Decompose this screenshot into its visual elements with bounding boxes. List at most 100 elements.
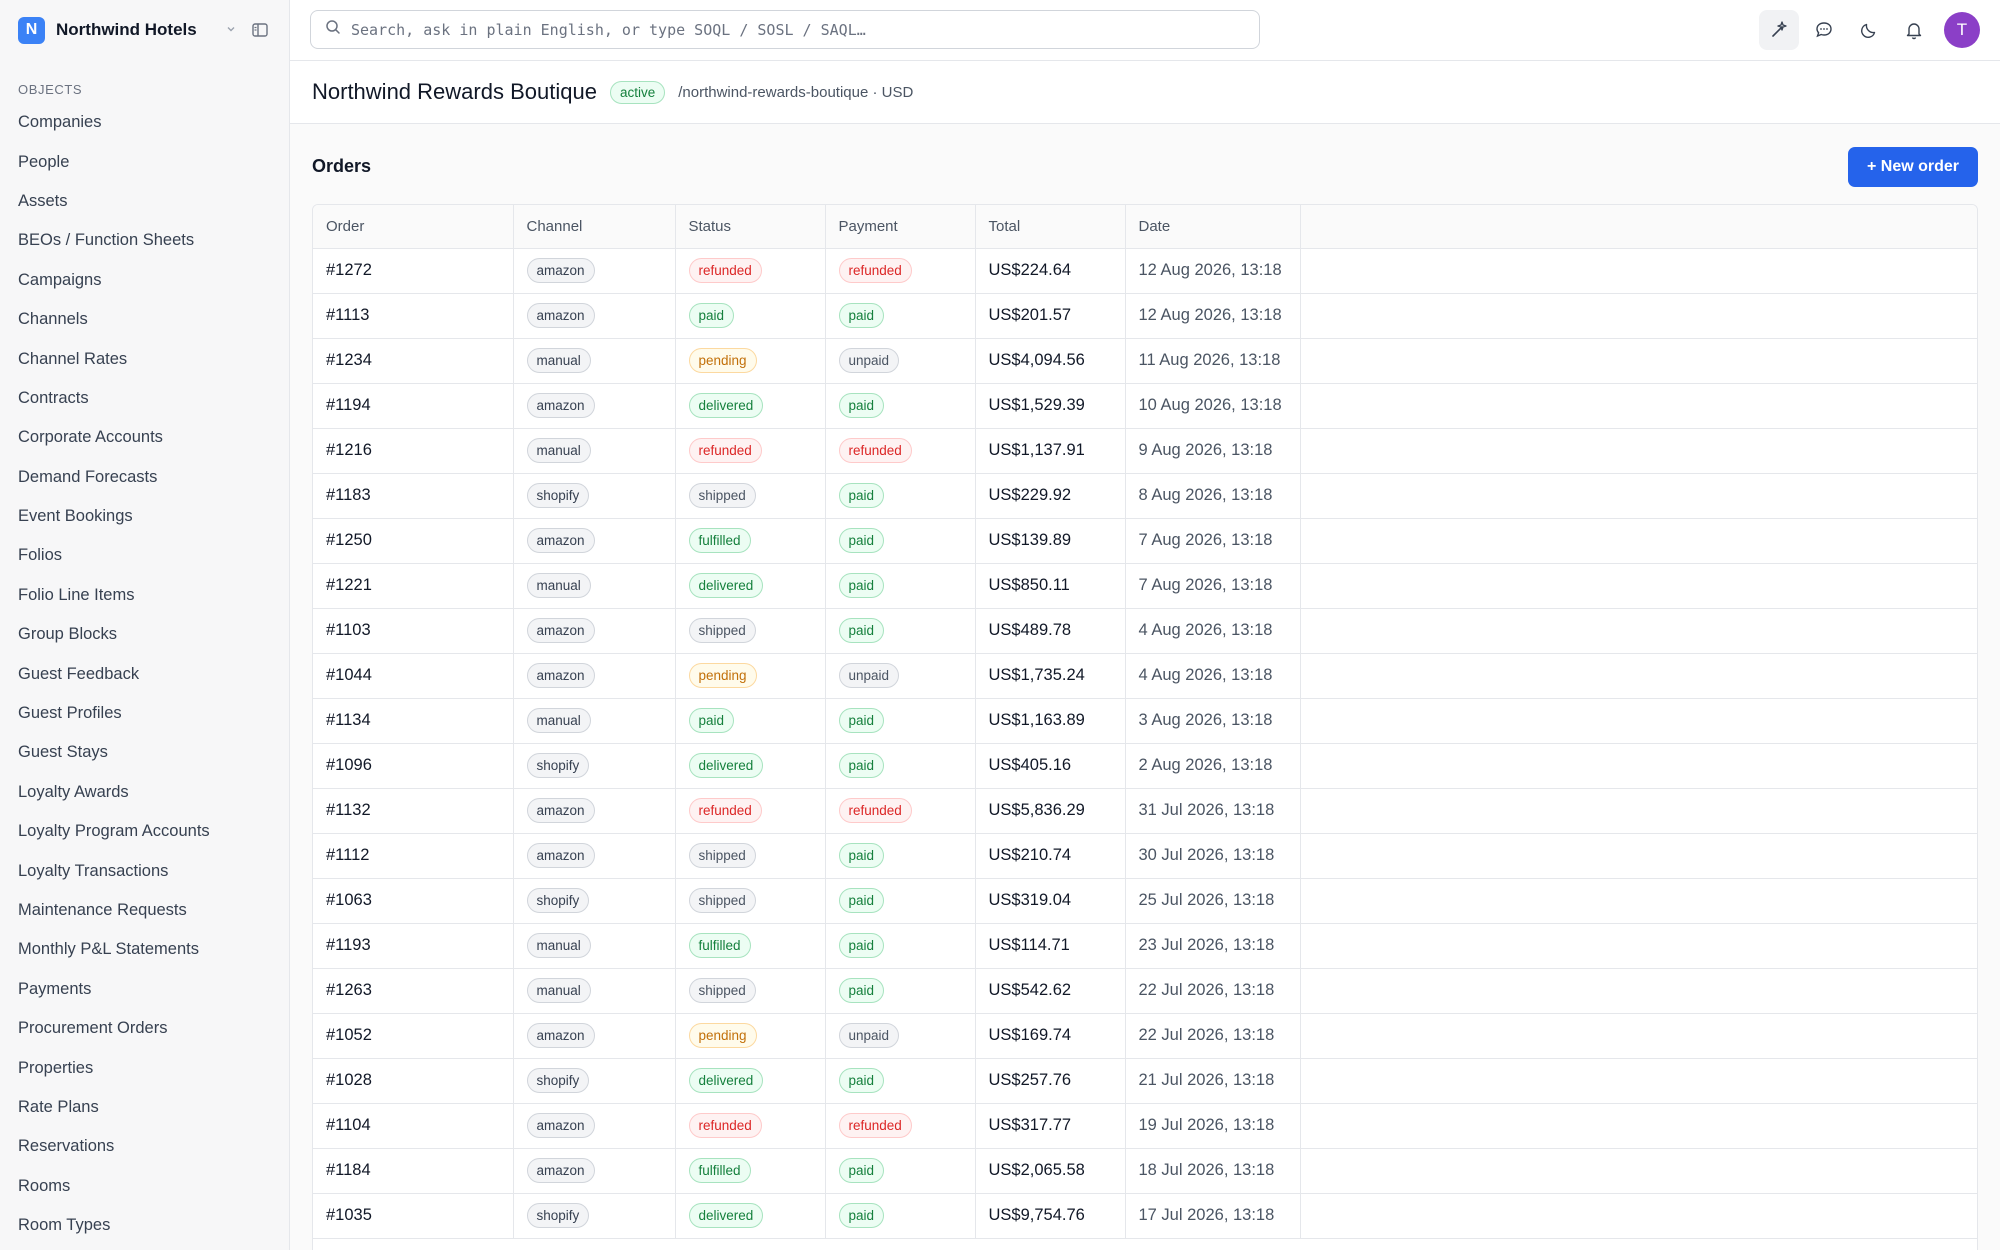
- column-header-total[interactable]: Total: [975, 205, 1126, 249]
- table-row[interactable]: #1103 amazon shipped paid US$489.78 4 Aug 202…: [313, 608, 1977, 654]
- order-date-cell: 12 Aug 2026, 13:18: [1125, 248, 1301, 294]
- channel-badge: amazon: [526, 1023, 595, 1048]
- chat-icon[interactable]: [1804, 10, 1844, 50]
- sidebar-item-group-blocks[interactable]: Group Blocks: [0, 615, 289, 654]
- payment-status-badge: paid: [838, 1158, 885, 1183]
- column-header-payment[interactable]: Payment: [825, 205, 976, 249]
- sidebar-item-beos-function-sheets[interactable]: BEOs / Function Sheets: [0, 221, 289, 260]
- table-row[interactable]: #1183 shopify shipped paid US$229.92 8 Aug 20…: [313, 473, 1977, 519]
- sidebar-item-payments[interactable]: Payments: [0, 970, 289, 1009]
- table-row[interactable]: #1250 amazon fulfilled paid US$139.89 7 Aug 2…: [313, 518, 1977, 564]
- channel-cell: manual: [513, 338, 676, 384]
- sidebar-item-folio-line-items[interactable]: Folio Line Items: [0, 576, 289, 615]
- order-total-cell: US$9,754.76: [975, 1193, 1126, 1239]
- order-status-badge: pending: [688, 663, 757, 688]
- table-row[interactable]: #1132 amazon refunded refunded US$5,836.29 31…: [313, 788, 1977, 834]
- order-status-badge: pending: [688, 348, 757, 373]
- sidebar-item-guest-profiles[interactable]: Guest Profiles: [0, 694, 289, 733]
- sidebar-item-maintenance-requests[interactable]: Maintenance Requests: [0, 891, 289, 930]
- nav-section-label: OBJECTS: [18, 82, 83, 97]
- channel-cell: shopify: [513, 1193, 676, 1239]
- order-status-badge: fulfilled: [688, 1158, 751, 1183]
- sidebar-item-campaigns[interactable]: Campaigns: [0, 261, 289, 300]
- channel-cell: manual: [513, 698, 676, 744]
- sparkle-icon[interactable]: [1759, 10, 1799, 50]
- table-row[interactable]: #1184 amazon fulfilled paid US$2,065.58 18 Ju…: [313, 1148, 1977, 1194]
- new-order-button[interactable]: + New order: [1847, 147, 1978, 187]
- sidebar-item-companies[interactable]: Companies: [0, 103, 289, 142]
- row-spacer-cell: [1300, 1013, 1977, 1059]
- sidebar-item-loyalty-program-accounts[interactable]: Loyalty Program Accounts: [0, 812, 289, 851]
- row-spacer-cell: [1300, 428, 1977, 474]
- order-number-cell: #1184: [313, 1148, 514, 1194]
- table-row[interactable]: #1035 shopify delivered paid US$9,754.76 17 J…: [313, 1193, 1977, 1239]
- top-actions: T: [1754, 10, 1980, 50]
- sidebar-item-rate-plans[interactable]: Rate Plans: [0, 1088, 289, 1127]
- sidebar-item-monthly-p-l-statements[interactable]: Monthly P&L Statements: [0, 930, 289, 969]
- row-spacer-cell: [1300, 743, 1977, 789]
- order-status-badge: shipped: [688, 888, 756, 913]
- column-header-status[interactable]: Status: [675, 205, 826, 249]
- sidebar-toggle-icon[interactable]: [249, 19, 271, 41]
- sidebar-item-folios[interactable]: Folios: [0, 536, 289, 575]
- order-status-cell: refunded: [675, 428, 826, 474]
- order-total-cell: US$489.78: [975, 608, 1126, 654]
- table-row[interactable]: #1112 amazon shipped paid US$210.74 30 Jul 20…: [313, 833, 1977, 879]
- table-row[interactable]: #1113 amazon paid paid US$201.57 12 Aug 2026,…: [313, 293, 1977, 339]
- sidebar-item-people[interactable]: People: [0, 142, 289, 181]
- channel-cell: amazon: [513, 653, 676, 699]
- chevron-down-icon[interactable]: [221, 23, 241, 38]
- avatar[interactable]: T: [1944, 12, 1980, 48]
- sidebar-item-corporate-accounts[interactable]: Corporate Accounts: [0, 418, 289, 457]
- sidebar-item-loyalty-awards[interactable]: Loyalty Awards: [0, 773, 289, 812]
- sidebar-item-properties[interactable]: Properties: [0, 1048, 289, 1087]
- sidebar-item-demand-forecasts[interactable]: Demand Forecasts: [0, 458, 289, 497]
- table-row[interactable]: #1221 manual delivered paid US$850.11 7 Aug 2…: [313, 563, 1977, 609]
- sidebar-item-channel-rates[interactable]: Channel Rates: [0, 339, 289, 378]
- sidebar-item-rooms[interactable]: Rooms: [0, 1167, 289, 1206]
- table-row[interactable]: #1216 manual refunded refunded US$1,137.91 9 …: [313, 428, 1977, 474]
- table-row[interactable]: #1052 amazon pending unpaid US$169.74 22 Jul …: [313, 1013, 1977, 1059]
- table-row[interactable]: #1044 amazon pending unpaid US$1,735.24 4 Aug…: [313, 653, 1977, 699]
- sidebar-item-guest-stays[interactable]: Guest Stays: [0, 733, 289, 772]
- sidebar-item-reservations[interactable]: Reservations: [0, 1127, 289, 1166]
- sidebar-item-procurement-orders[interactable]: Procurement Orders: [0, 1009, 289, 1048]
- brand-logo: N: [18, 16, 45, 44]
- bell-icon[interactable]: [1894, 10, 1934, 50]
- column-header-order[interactable]: Order: [313, 205, 514, 249]
- table-row[interactable]: #1193 manual fulfilled paid US$114.71 23 Jul …: [313, 923, 1977, 969]
- table-row[interactable]: #1263 manual shipped paid US$542.62 22 Jul 20…: [313, 968, 1977, 1014]
- order-status-cell: shipped: [675, 833, 826, 879]
- order-date-cell: 3 Aug 2026, 13:18: [1125, 698, 1301, 744]
- table-row[interactable]: #1063 shopify shipped paid US$319.04 25 Jul 2…: [313, 878, 1977, 924]
- sidebar-item-loyalty-transactions[interactable]: Loyalty Transactions: [0, 851, 289, 890]
- table-row[interactable]: #1134 manual paid paid US$1,163.89 3 Aug 2026…: [313, 698, 1977, 744]
- table-row[interactable]: #1096 shopify delivered paid US$405.16 2 Aug …: [313, 743, 1977, 789]
- sidebar-item-channels[interactable]: Channels: [0, 300, 289, 339]
- sidebar-item-room-types[interactable]: Room Types: [0, 1206, 289, 1245]
- search-input[interactable]: Search, ask in plain English, or type SO…: [310, 10, 1260, 49]
- sidebar-item-event-bookings[interactable]: Event Bookings: [0, 497, 289, 536]
- table-row[interactable]: #1104 amazon refunded refunded US$317.77 19 J…: [313, 1103, 1977, 1149]
- sidebar-item-assets[interactable]: Assets: [0, 182, 289, 221]
- order-total-cell: US$317.77: [975, 1103, 1126, 1149]
- table-row[interactable]: #1272 amazon refunded refunded US$224.64 12 A…: [313, 248, 1977, 294]
- channel-cell: amazon: [513, 518, 676, 564]
- table-row[interactable]: #1028 shopify delivered paid US$257.76 21 Jul…: [313, 1058, 1977, 1104]
- payment-status-cell: paid: [825, 518, 976, 564]
- payment-status-badge: paid: [838, 1203, 885, 1228]
- channel-cell: amazon: [513, 833, 676, 879]
- moon-icon[interactable]: [1849, 10, 1889, 50]
- order-date-cell: 7 Aug 2026, 13:18: [1125, 563, 1301, 609]
- workspace-switcher[interactable]: N Northwind Hotels: [0, 0, 289, 60]
- sidebar-item-contracts[interactable]: Contracts: [0, 379, 289, 418]
- sidebar-item-guest-feedback[interactable]: Guest Feedback: [0, 654, 289, 693]
- column-header-channel[interactable]: Channel: [513, 205, 676, 249]
- table-row[interactable]: #1234 manual pending unpaid US$4,094.56 11 Au…: [313, 338, 1977, 384]
- channel-cell: manual: [513, 563, 676, 609]
- table-row[interactable]: #1194 amazon delivered paid US$1,529.39 10 Au…: [313, 383, 1977, 429]
- column-header-date[interactable]: Date: [1125, 205, 1301, 249]
- order-status-badge: fulfilled: [688, 528, 751, 553]
- order-total-cell: US$5,836.29: [975, 788, 1126, 834]
- order-status-cell: fulfilled: [675, 1148, 826, 1194]
